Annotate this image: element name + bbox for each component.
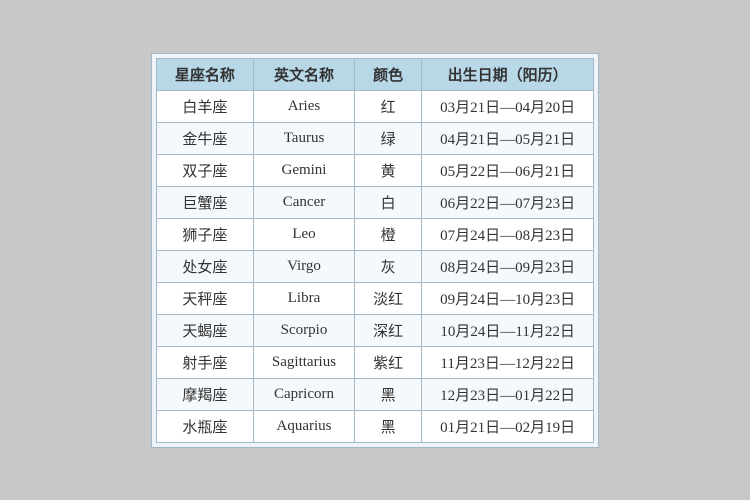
cell-chinese-name: 双子座: [156, 154, 253, 186]
cell-color: 深红: [355, 314, 422, 346]
zodiac-table-container: 星座名称 英文名称 颜色 出生日期（阳历） 白羊座Aries红03月21日—04…: [151, 53, 599, 448]
cell-english-name: Capricorn: [253, 378, 354, 410]
cell-dates: 08月24日—09月23日: [422, 250, 594, 282]
cell-chinese-name: 处女座: [156, 250, 253, 282]
cell-dates: 06月22日—07月23日: [422, 186, 594, 218]
table-row: 天秤座Libra淡红09月24日—10月23日: [156, 282, 593, 314]
cell-dates: 12月23日—01月22日: [422, 378, 594, 410]
table-row: 天蝎座Scorpio深红10月24日—11月22日: [156, 314, 593, 346]
cell-english-name: Aquarius: [253, 410, 354, 442]
cell-chinese-name: 金牛座: [156, 122, 253, 154]
table-row: 摩羯座Capricorn黑12月23日—01月22日: [156, 378, 593, 410]
header-dates: 出生日期（阳历）: [422, 58, 594, 90]
cell-english-name: Leo: [253, 218, 354, 250]
header-chinese-name: 星座名称: [156, 58, 253, 90]
table-row: 水瓶座Aquarius黑01月21日—02月19日: [156, 410, 593, 442]
cell-dates: 05月22日—06月21日: [422, 154, 594, 186]
zodiac-table: 星座名称 英文名称 颜色 出生日期（阳历） 白羊座Aries红03月21日—04…: [156, 58, 594, 443]
cell-chinese-name: 射手座: [156, 346, 253, 378]
cell-dates: 10月24日—11月22日: [422, 314, 594, 346]
cell-color: 黑: [355, 410, 422, 442]
table-row: 双子座Gemini黄05月22日—06月21日: [156, 154, 593, 186]
cell-chinese-name: 水瓶座: [156, 410, 253, 442]
cell-color: 黄: [355, 154, 422, 186]
cell-chinese-name: 狮子座: [156, 218, 253, 250]
table-header-row: 星座名称 英文名称 颜色 出生日期（阳历）: [156, 58, 593, 90]
cell-color: 红: [355, 90, 422, 122]
cell-english-name: Scorpio: [253, 314, 354, 346]
cell-english-name: Libra: [253, 282, 354, 314]
cell-english-name: Aries: [253, 90, 354, 122]
cell-english-name: Gemini: [253, 154, 354, 186]
table-row: 狮子座Leo橙07月24日—08月23日: [156, 218, 593, 250]
table-row: 白羊座Aries红03月21日—04月20日: [156, 90, 593, 122]
header-english-name: 英文名称: [253, 58, 354, 90]
cell-dates: 01月21日—02月19日: [422, 410, 594, 442]
table-row: 巨蟹座Cancer白06月22日—07月23日: [156, 186, 593, 218]
cell-english-name: Sagittarius: [253, 346, 354, 378]
header-color: 颜色: [355, 58, 422, 90]
cell-color: 白: [355, 186, 422, 218]
cell-dates: 04月21日—05月21日: [422, 122, 594, 154]
cell-dates: 03月21日—04月20日: [422, 90, 594, 122]
cell-chinese-name: 天秤座: [156, 282, 253, 314]
table-row: 处女座Virgo灰08月24日—09月23日: [156, 250, 593, 282]
cell-dates: 09月24日—10月23日: [422, 282, 594, 314]
cell-english-name: Taurus: [253, 122, 354, 154]
cell-dates: 07月24日—08月23日: [422, 218, 594, 250]
cell-color: 橙: [355, 218, 422, 250]
cell-color: 绿: [355, 122, 422, 154]
cell-chinese-name: 天蝎座: [156, 314, 253, 346]
cell-color: 紫红: [355, 346, 422, 378]
cell-chinese-name: 巨蟹座: [156, 186, 253, 218]
table-row: 射手座Sagittarius紫红11月23日—12月22日: [156, 346, 593, 378]
cell-color: 淡红: [355, 282, 422, 314]
cell-color: 黑: [355, 378, 422, 410]
cell-chinese-name: 摩羯座: [156, 378, 253, 410]
cell-color: 灰: [355, 250, 422, 282]
cell-dates: 11月23日—12月22日: [422, 346, 594, 378]
table-row: 金牛座Taurus绿04月21日—05月21日: [156, 122, 593, 154]
cell-english-name: Cancer: [253, 186, 354, 218]
cell-chinese-name: 白羊座: [156, 90, 253, 122]
cell-english-name: Virgo: [253, 250, 354, 282]
